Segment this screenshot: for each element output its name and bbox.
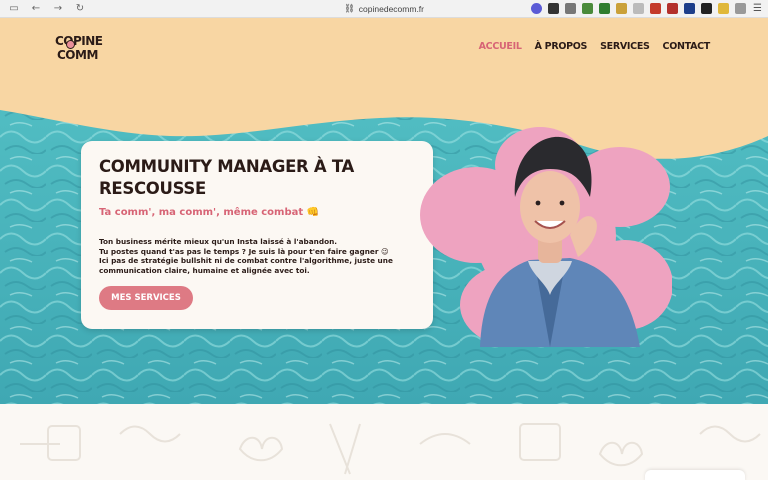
hero-title: COMMUNITY MANAGER À TA RESCOUSSE [99, 157, 354, 198]
decorative-pattern [20, 423, 761, 475]
services-button[interactable]: MES SERVICES [99, 286, 193, 310]
nav-item-contact[interactable]: CONTACT [663, 41, 711, 52]
extension-icon[interactable] [667, 3, 678, 14]
site-logo[interactable]: COPINE COMM [55, 34, 105, 64]
camera-icon[interactable] [565, 3, 576, 14]
extension-icon[interactable] [616, 3, 627, 14]
hero-body-line: Tu postes quand t'as pas le temps ? Je s… [99, 246, 389, 256]
main-nav: ACCUEIL À PROPOS SERVICES CONTACT [479, 41, 711, 52]
nav-item-accueil[interactable]: ACCUEIL [479, 41, 522, 52]
nav-item-services[interactable]: SERVICES [600, 41, 650, 52]
link-icon: ⛓ [344, 3, 355, 13]
browser-toolbar: ▭ ← → ↻ ⛓ copinedecomm.fr ☰ [0, 0, 768, 18]
extension-icon[interactable] [684, 3, 695, 14]
hero-subtitle: Ta comm', ma comm', même combat 👊 [99, 207, 320, 218]
logo-text: COPINE [55, 34, 103, 48]
extension-icon[interactable] [599, 3, 610, 14]
site-header: COPINE COMM ACCUEIL À PROPOS SERVICES CO… [0, 18, 768, 108]
extension-icon[interactable] [582, 3, 593, 14]
extension-icon[interactable] [701, 3, 712, 14]
nav-item-a-propos[interactable]: À PROPOS [535, 41, 588, 52]
extension-icon[interactable] [718, 3, 729, 14]
sidebar-toggle-icon[interactable]: ▭ [8, 3, 20, 15]
back-arrow-icon[interactable]: ← [30, 3, 42, 15]
hero-body: Ton business mérite mieux qu'un Insta la… [99, 237, 399, 275]
hero-card: COMMUNITY MANAGER À TA RESCOUSSE Ta comm… [81, 141, 433, 329]
lower-section [0, 404, 768, 480]
extension-icon[interactable] [650, 3, 661, 14]
address-bar[interactable]: ⛓ copinedecomm.fr [344, 3, 424, 14]
menu-icon[interactable]: ☰ [753, 3, 762, 14]
address-bar-url: copinedecomm.fr [358, 3, 424, 14]
hero-body-line: Ici pas de stratégie bullshit ni de comb… [99, 256, 393, 275]
chat-widget[interactable] [645, 470, 745, 480]
forward-arrow-icon[interactable]: → [52, 3, 64, 15]
portrait-image [420, 127, 672, 347]
hero-body-line: Ton business mérite mieux qu'un Insta la… [99, 237, 338, 246]
extension-icon[interactable] [548, 3, 559, 14]
reload-icon[interactable]: ↻ [74, 3, 86, 15]
extension-icon[interactable] [735, 3, 746, 14]
logo-text: COMM [57, 48, 98, 62]
extensions-bar [531, 3, 746, 14]
extension-icon[interactable] [633, 3, 644, 14]
extension-icon[interactable] [531, 3, 542, 14]
